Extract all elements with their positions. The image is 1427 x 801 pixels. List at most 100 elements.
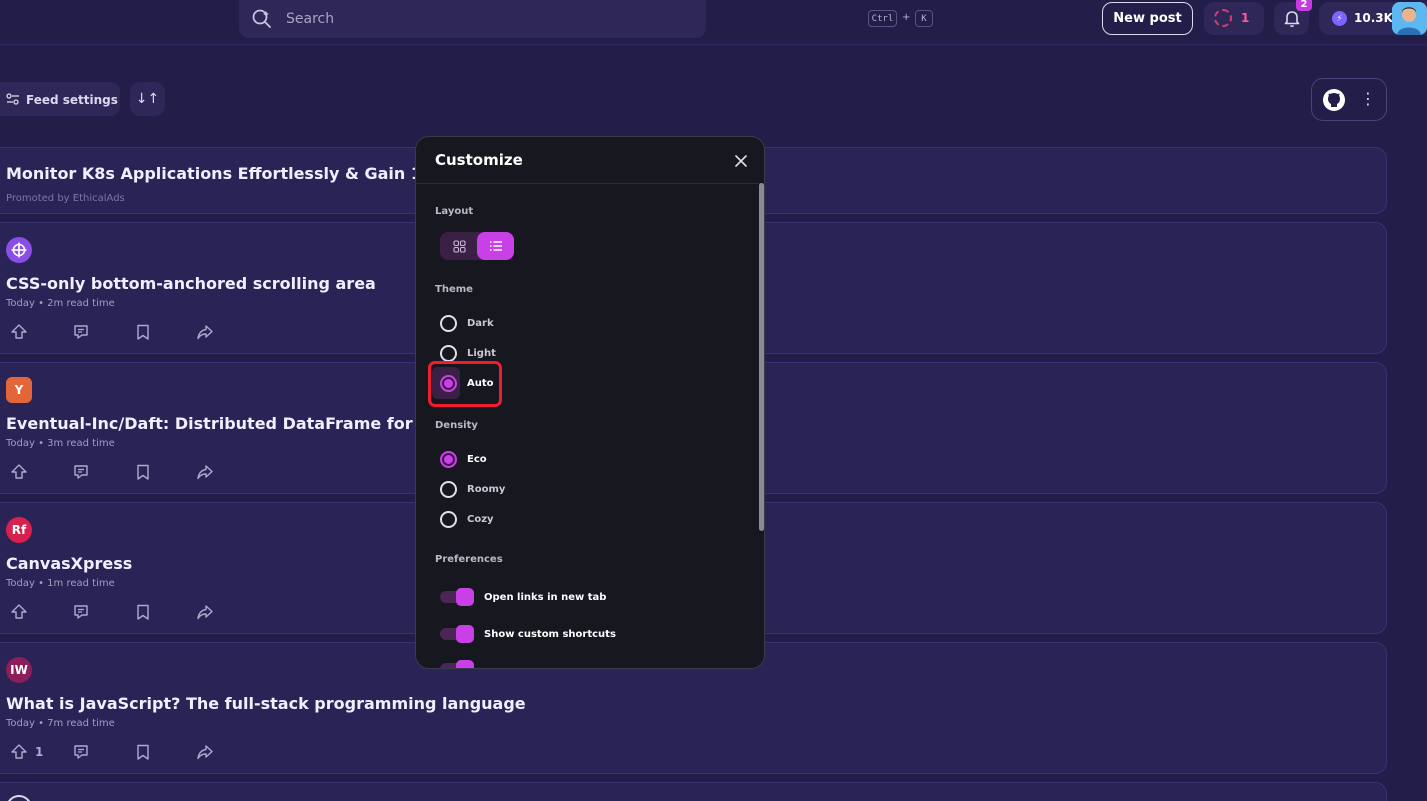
upvote-count: 1 bbox=[35, 745, 44, 759]
more-options-icon[interactable]: ⋮ bbox=[1360, 89, 1376, 108]
radio-circle bbox=[440, 314, 457, 332]
theme-option-label: Dark bbox=[467, 317, 494, 329]
customize-modal: Customize Layout Theme Dark Light Auto D… bbox=[415, 136, 765, 669]
reputation-value: 10.3K bbox=[1354, 11, 1393, 25]
toggle-knob bbox=[456, 625, 474, 643]
share-button[interactable] bbox=[196, 602, 258, 622]
toggle-label: Show custom shortcuts bbox=[484, 628, 616, 640]
toggle-track bbox=[440, 588, 474, 606]
theme-option-label: Light bbox=[467, 347, 496, 359]
search-placeholder: Search bbox=[286, 11, 335, 27]
density-option-cozy[interactable]: Cozy bbox=[440, 510, 494, 528]
user-avatar[interactable] bbox=[1392, 2, 1427, 35]
theme-option-dark[interactable]: Dark bbox=[440, 314, 494, 332]
theme-heading: Theme bbox=[435, 284, 473, 295]
radio-circle bbox=[440, 480, 457, 498]
new-post-button[interactable]: New post bbox=[1102, 2, 1193, 35]
comment-button[interactable] bbox=[72, 742, 134, 762]
streak-ring-icon bbox=[1214, 9, 1232, 27]
source-icon bbox=[6, 795, 32, 801]
share-button[interactable] bbox=[196, 462, 258, 482]
reading-streak-button[interactable]: 1 bbox=[1204, 2, 1264, 35]
source-icon bbox=[6, 237, 32, 263]
preferences-heading: Preferences bbox=[435, 554, 503, 565]
bookmark-button[interactable] bbox=[134, 322, 196, 342]
density-option-label: Eco bbox=[467, 453, 487, 465]
upvote-icon bbox=[11, 604, 27, 619]
upvote-button[interactable]: 1 bbox=[10, 742, 72, 762]
bookmark-button[interactable] bbox=[134, 462, 196, 482]
radio-circle bbox=[440, 344, 457, 362]
card-meta: Today • 7m read time bbox=[6, 718, 115, 729]
share-icon bbox=[197, 605, 213, 620]
notifications-badge: 2 bbox=[1296, 0, 1312, 11]
upvote-icon bbox=[11, 324, 27, 339]
promoted-label: Promoted by EthicalAds bbox=[6, 193, 125, 204]
upvote-icon bbox=[11, 464, 27, 479]
modal-scrollbar[interactable] bbox=[759, 183, 764, 531]
density-heading: Density bbox=[435, 420, 478, 431]
card-actions: 1 bbox=[10, 742, 258, 762]
comment-icon bbox=[74, 465, 88, 479]
feed-settings-button[interactable]: Feed settings bbox=[0, 82, 120, 116]
open-links-new-tab-toggle[interactable]: Open links in new tab bbox=[440, 588, 606, 606]
settings-sliders-icon bbox=[6, 93, 19, 105]
avatar-image bbox=[1392, 2, 1427, 35]
card-actions bbox=[10, 602, 258, 622]
shortcut-plus: + bbox=[902, 12, 911, 23]
shortcut-k-key: K bbox=[915, 10, 933, 27]
upvote-button[interactable] bbox=[10, 602, 72, 622]
search-bar[interactable]: Search Ctrl + K bbox=[239, 0, 933, 38]
share-icon bbox=[197, 745, 213, 760]
density-option-roomy[interactable]: Roomy bbox=[440, 480, 505, 498]
density-option-label: Cozy bbox=[467, 513, 494, 525]
card-meta: Today • 3m read time bbox=[6, 438, 115, 449]
radio-circle bbox=[440, 510, 457, 528]
layout-grid-option[interactable] bbox=[444, 235, 474, 257]
theme-option-light[interactable]: Light bbox=[440, 344, 496, 362]
toggle-track bbox=[440, 625, 474, 643]
sort-button[interactable]: ↓↑ bbox=[130, 82, 165, 116]
comment-button[interactable] bbox=[72, 602, 134, 622]
modal-title: Customize bbox=[435, 151, 523, 169]
card-title[interactable]: CanvasXpress bbox=[6, 554, 132, 573]
density-option-eco[interactable]: Eco bbox=[440, 450, 487, 468]
card-meta: Today • 2m read time bbox=[6, 298, 115, 309]
bookmark-icon bbox=[137, 324, 149, 340]
grid-icon bbox=[452, 239, 466, 253]
bookmark-button[interactable] bbox=[134, 742, 196, 762]
comment-icon bbox=[74, 745, 88, 759]
comment-button[interactable] bbox=[72, 322, 134, 342]
selection-highlight-box bbox=[428, 361, 502, 407]
toggle-track bbox=[440, 660, 474, 668]
upvote-button[interactable] bbox=[10, 462, 72, 482]
github-shortcut-box: ⋮ bbox=[1311, 78, 1387, 121]
card-meta: Today • 1m read time bbox=[6, 578, 115, 589]
comment-icon bbox=[74, 605, 88, 619]
card-title[interactable]: What is JavaScript? The full-stack progr… bbox=[6, 694, 526, 713]
density-option-label: Roomy bbox=[467, 483, 506, 495]
lightning-icon: ⚡ bbox=[1332, 11, 1347, 26]
comment-button[interactable] bbox=[72, 462, 134, 482]
close-icon[interactable] bbox=[731, 151, 751, 171]
shortcut-ctrl-key: Ctrl bbox=[868, 10, 897, 27]
share-icon bbox=[197, 465, 213, 480]
streak-count: 1 bbox=[1241, 11, 1250, 25]
github-icon[interactable] bbox=[1322, 88, 1346, 112]
upvote-button[interactable] bbox=[10, 322, 72, 342]
show-custom-shortcuts-toggle[interactable]: Show custom shortcuts bbox=[440, 625, 616, 643]
card-actions bbox=[10, 462, 258, 482]
card-title[interactable]: Monitor K8s Applications Effortlessly & … bbox=[6, 164, 477, 183]
comment-icon bbox=[74, 325, 88, 339]
share-button[interactable] bbox=[196, 322, 258, 342]
source-icon: Y bbox=[6, 377, 32, 403]
bookmark-button[interactable] bbox=[134, 602, 196, 622]
card-title[interactable]: CSS-only bottom-anchored scrolling area bbox=[6, 274, 376, 293]
toggle-knob bbox=[456, 660, 474, 668]
post-card[interactable] bbox=[0, 782, 1387, 801]
layout-list-option[interactable] bbox=[477, 232, 514, 260]
share-button[interactable] bbox=[196, 742, 258, 762]
partial-toggle[interactable] bbox=[440, 660, 474, 668]
card-title[interactable]: Eventual-Inc/Daft: Distributed DataFrame… bbox=[6, 414, 482, 433]
radio-circle-selected bbox=[440, 450, 457, 468]
